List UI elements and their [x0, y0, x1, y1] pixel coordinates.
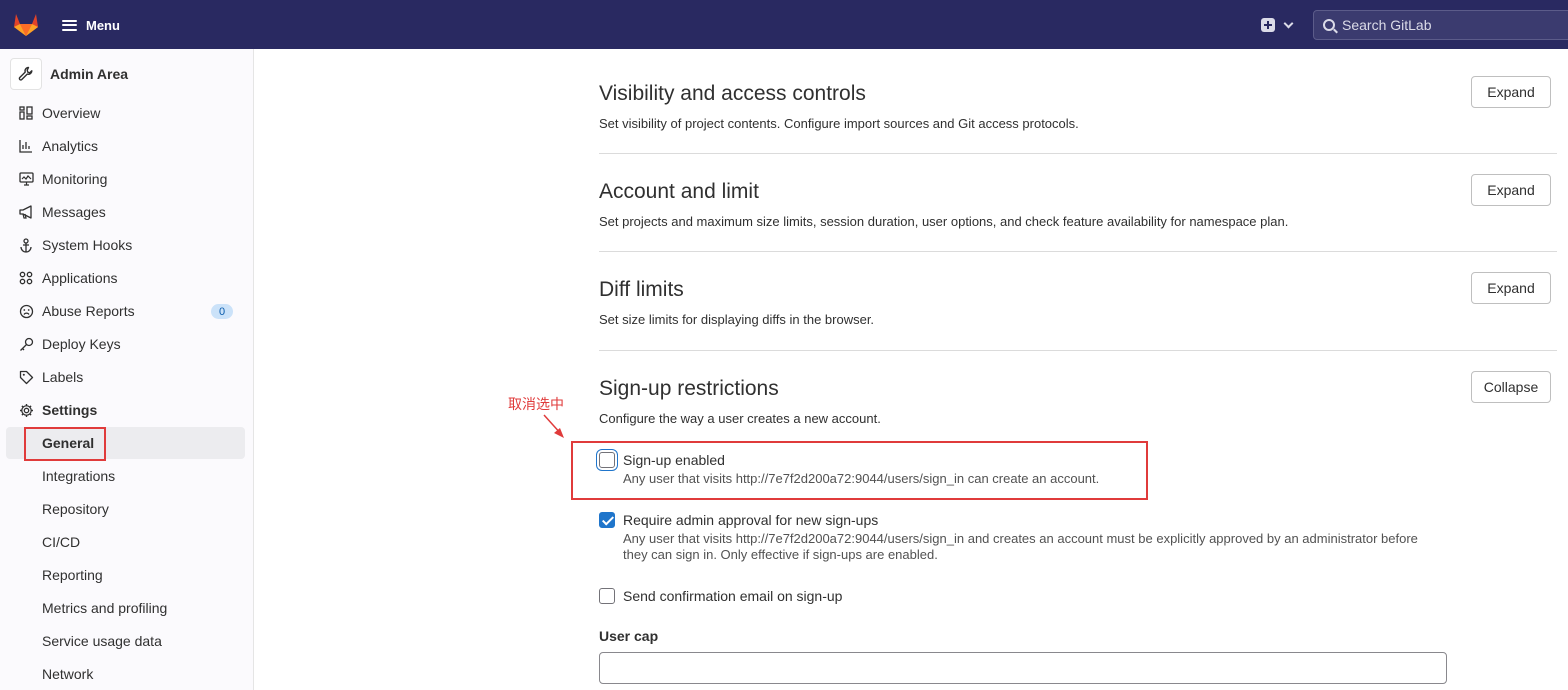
- user-cap-input[interactable]: [599, 652, 1447, 684]
- require-admin-approval-checkbox[interactable]: [599, 512, 615, 528]
- sidebar-item-label: Abuse Reports: [42, 303, 135, 319]
- sidebar-item-analytics[interactable]: Analytics: [18, 135, 98, 157]
- top-navbar: Menu Search GitLab: [0, 0, 1568, 49]
- sidebar-item-label: Applications: [42, 270, 118, 286]
- section-title: Sign-up restrictions: [599, 377, 779, 400]
- send-confirmation-email-checkbox[interactable]: [599, 588, 615, 604]
- section-sign-up-restrictions: Sign-up restrictions Configure the way a…: [599, 376, 1557, 428]
- chevron-down-icon: [1283, 18, 1294, 28]
- annotation-text: 取消选中: [508, 397, 564, 413]
- checkbox-help-text: Any user that visits http://7e7f2d200a72…: [623, 531, 1418, 562]
- collapse-sign-up-button[interactable]: Collapse: [1471, 371, 1551, 403]
- sidebar-subitem-repository[interactable]: Repository: [42, 498, 109, 520]
- sidebar-subitem-metrics-and-profiling[interactable]: Metrics and profiling: [42, 597, 167, 619]
- sidebar-item-abuse-reports[interactable]: Abuse Reports: [18, 300, 135, 322]
- label-icon: [18, 369, 34, 385]
- section-description: Set visibility of project contents. Conf…: [599, 116, 1079, 131]
- section-account-and-limit: Account and limit Set projects and maxim…: [599, 179, 1557, 231]
- plus-square-icon: [1261, 18, 1275, 32]
- expand-account-limit-button[interactable]: Expand: [1471, 174, 1551, 206]
- section-description: Configure the way a user creates a new a…: [599, 411, 881, 426]
- checkbox-label[interactable]: Send confirmation email on sign-up: [623, 587, 842, 605]
- sidebar-subitem-integrations[interactable]: Integrations: [42, 465, 115, 487]
- expand-visibility-button[interactable]: Expand: [1471, 76, 1551, 108]
- checkbox-label[interactable]: Require admin approval for new sign-ups: [623, 511, 1443, 529]
- new-item-dropdown[interactable]: [1261, 14, 1303, 36]
- sidebar-header[interactable]: Admin Area: [10, 58, 129, 90]
- sidebar-item-label: Overview: [42, 105, 101, 121]
- section-divider: [599, 153, 1557, 154]
- require-admin-approval-option: Require admin approval for new sign-ups …: [599, 511, 1443, 563]
- megaphone-icon: [18, 204, 34, 220]
- hamburger-icon: [62, 19, 77, 31]
- sidebar-item-applications[interactable]: Applications: [18, 267, 118, 289]
- sidebar: Admin Area Overview Analytics Monitoring…: [0, 49, 254, 690]
- search-input[interactable]: Search GitLab: [1313, 10, 1568, 40]
- sidebar-item-label: Labels: [42, 369, 84, 385]
- menu-label: Menu: [86, 17, 120, 33]
- sidebar-item-monitoring[interactable]: Monitoring: [18, 168, 107, 190]
- section-title: Account and limit: [599, 180, 759, 203]
- applications-icon: [18, 270, 34, 286]
- sidebar-item-label: Deploy Keys: [42, 336, 121, 352]
- search-icon: [1323, 19, 1335, 31]
- wrench-icon: [18, 66, 33, 81]
- abuse-reports-count-badge: 0: [211, 304, 233, 319]
- sidebar-item-messages[interactable]: Messages: [18, 201, 106, 223]
- user-cap-label: User cap: [599, 628, 659, 644]
- sidebar-item-label: Messages: [42, 204, 106, 220]
- analytics-icon: [18, 138, 34, 154]
- section-title: Visibility and access controls: [599, 82, 866, 105]
- menu-button[interactable]: Menu: [62, 14, 120, 36]
- sidebar-title: Admin Area: [50, 66, 129, 82]
- sad-face-icon: [18, 303, 34, 319]
- section-description: Set size limits for displaying diffs in …: [599, 312, 875, 327]
- sidebar-subitem-network[interactable]: Network: [42, 663, 93, 685]
- sidebar-subitem-reporting[interactable]: Reporting: [42, 564, 103, 586]
- sidebar-item-system-hooks[interactable]: System Hooks: [18, 234, 132, 256]
- section-description: Set projects and maximum size limits, se…: [599, 214, 1289, 229]
- sidebar-item-settings[interactable]: Settings: [18, 399, 97, 421]
- sidebar-item-label: Monitoring: [42, 171, 108, 187]
- section-divider: [599, 350, 1557, 351]
- gitlab-logo-icon[interactable]: [12, 11, 40, 37]
- expand-diff-limits-button[interactable]: Expand: [1471, 272, 1551, 304]
- admin-avatar: [10, 58, 42, 90]
- gear-icon: [18, 402, 34, 418]
- sidebar-item-label: Analytics: [42, 138, 99, 154]
- search-placeholder: Search GitLab: [1342, 17, 1432, 33]
- annotation-highlight-sign-up: [571, 441, 1148, 500]
- sidebar-subitem-ci-cd[interactable]: CI/CD: [42, 531, 80, 553]
- sidebar-item-label: Settings: [42, 402, 98, 418]
- send-confirmation-email-option: Send confirmation email on sign-up: [599, 587, 842, 605]
- section-divider: [599, 251, 1557, 252]
- sidebar-item-label: System Hooks: [42, 237, 133, 253]
- monitor-icon: [18, 171, 34, 187]
- section-title: Diff limits: [599, 278, 684, 301]
- sidebar-item-labels[interactable]: Labels: [18, 366, 83, 388]
- sidebar-subitem-service-usage-data[interactable]: Service usage data: [42, 630, 162, 652]
- annotation-arrow-icon: [543, 414, 564, 438]
- annotation-highlight-general: [24, 427, 106, 461]
- section-diff-limits: Diff limits Set size limits for displayi…: [599, 277, 1557, 329]
- overview-icon: [18, 105, 34, 121]
- section-visibility-and-access-controls: Visibility and access controls Set visib…: [599, 81, 1557, 133]
- key-icon: [18, 336, 34, 352]
- sidebar-item-overview[interactable]: Overview: [18, 102, 100, 124]
- anchor-icon: [18, 237, 34, 253]
- sidebar-item-deploy-keys[interactable]: Deploy Keys: [18, 333, 121, 355]
